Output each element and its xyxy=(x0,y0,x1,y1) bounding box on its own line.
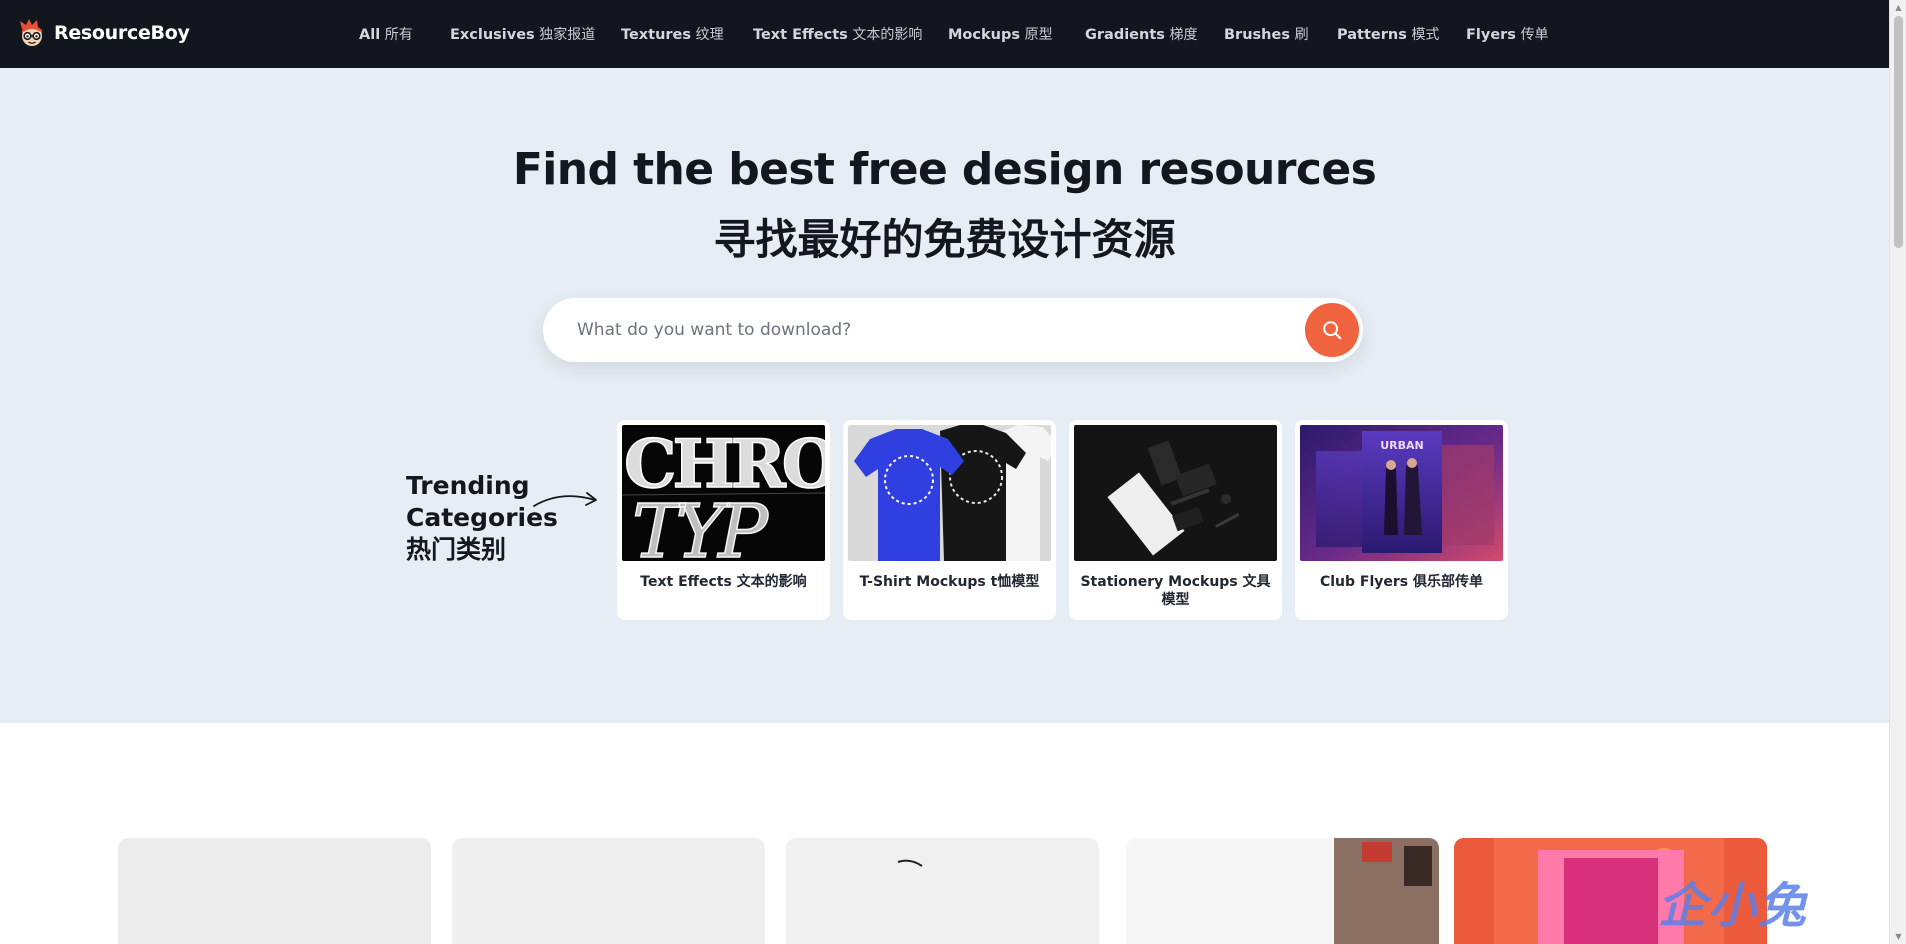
svg-text:TYP: TYP xyxy=(632,489,769,561)
search-bar xyxy=(543,298,1363,362)
nav-item-label: Brushes xyxy=(1224,27,1290,43)
category-label: Text Effects 文本的影响 xyxy=(640,574,807,590)
tshirt-mockups-thumbnail xyxy=(848,425,1051,561)
search-button[interactable] xyxy=(1305,303,1359,357)
nav-item-label-zh: 梯度 xyxy=(1169,27,1198,43)
hero-title: Find the best free design resources xyxy=(512,144,1377,195)
nav-item-text-effects[interactable]: Text Effects 文本的影响 xyxy=(753,24,922,44)
nav-item-textures[interactable]: Textures 纹理 xyxy=(621,24,724,44)
nav-item-label: Text Effects xyxy=(753,27,848,43)
nav-item-label: Textures xyxy=(621,27,692,43)
scrollbar-thumb[interactable] xyxy=(1894,16,1903,248)
curved-arrow-icon xyxy=(533,492,597,507)
nav-item-gradients[interactable]: Gradients 梯度 xyxy=(1085,24,1198,44)
scroll-up-arrow-icon[interactable]: ▲ xyxy=(1894,3,1903,12)
nav-item-label: Patterns xyxy=(1337,27,1407,43)
resource-card[interactable] xyxy=(1126,838,1439,944)
svg-text:URBAN: URBAN xyxy=(1380,439,1424,452)
trending-label-line: 热门类别 xyxy=(406,535,507,564)
nav-item-patterns[interactable]: Patterns 模式 xyxy=(1337,24,1439,44)
category-label: Stationery Mockups 文具模型 xyxy=(1080,574,1271,608)
search-icon xyxy=(1323,321,1342,340)
resource-card-thumbnail xyxy=(1334,838,1439,944)
nav-item-label-zh: 独家报道 xyxy=(539,27,596,43)
nav-item-label: Flyers xyxy=(1466,27,1516,43)
nav-item-exclusives[interactable]: Exclusives 独家报道 xyxy=(450,24,595,44)
scroll-down-arrow-icon[interactable]: ▼ xyxy=(1894,932,1903,941)
resource-card[interactable] xyxy=(452,838,765,944)
stationery-mockups-thumbnail xyxy=(1074,425,1277,561)
nav-item-label: Exclusives xyxy=(450,27,535,43)
nav-item-label-zh: 传单 xyxy=(1520,27,1549,43)
category-card-text-effects[interactable]: CHRO TYP Text Effects 文本的影响 xyxy=(617,420,830,620)
resource-card[interactable] xyxy=(118,838,431,944)
nav-item-label-zh: 纹理 xyxy=(695,27,724,43)
main-nav: All 所有 Exclusives 独家报道 Textures 纹理 Text … xyxy=(0,0,1889,68)
resource-card[interactable] xyxy=(786,838,1099,944)
category-card-tshirt-mockups[interactable]: T-Shirt Mockups t恤模型 xyxy=(843,420,1056,620)
watermark-text: 企小兔 xyxy=(1658,878,1809,934)
nav-item-label-zh: 刷 xyxy=(1294,27,1309,43)
nav-item-flyers[interactable]: Flyers 传单 xyxy=(1466,24,1549,44)
top-navbar: ResourceBoy All 所有 Exclusives 独家报道 Textu… xyxy=(0,0,1889,68)
club-flyers-thumbnail: URBAN xyxy=(1300,425,1503,561)
hero-section: Find the best free design resources 寻找最好… xyxy=(0,68,1889,723)
nav-item-label: All xyxy=(359,27,381,43)
category-label: Club Flyers 俱乐部传单 xyxy=(1319,574,1484,590)
nav-item-brushes[interactable]: Brushes 刷 xyxy=(1224,24,1309,44)
page-scrollbar[interactable]: ▲ ▼ xyxy=(1889,0,1906,944)
nav-item-label-zh: 模式 xyxy=(1411,27,1440,43)
nav-item-label: Gradients xyxy=(1085,27,1165,43)
nav-item-label-zh: 原型 xyxy=(1024,27,1053,43)
category-card-stationery-mockups[interactable]: Stationery Mockups 文具模型 xyxy=(1069,420,1282,620)
resource-card-thumbnail xyxy=(897,859,923,867)
category-label: T-Shirt Mockups t恤模型 xyxy=(859,574,1040,590)
hero-subtitle: 寻找最好的免费设计资源 xyxy=(713,215,1176,264)
nav-item-label-zh: 文本的影响 xyxy=(852,27,923,43)
nav-item-label: Mockups xyxy=(948,27,1020,43)
nav-item-mockups[interactable]: Mockups 原型 xyxy=(948,24,1053,44)
nav-item-label-zh: 所有 xyxy=(384,27,413,43)
text-effects-thumbnail: CHRO TYP xyxy=(622,425,825,561)
search-input[interactable] xyxy=(577,314,1257,346)
trending-categories-label: Trending Categories 热门类别 xyxy=(406,470,558,566)
nav-item-all[interactable]: All 所有 xyxy=(359,24,413,44)
category-card-club-flyers[interactable]: URBAN Club Flyers 俱乐部传单 xyxy=(1295,420,1508,620)
